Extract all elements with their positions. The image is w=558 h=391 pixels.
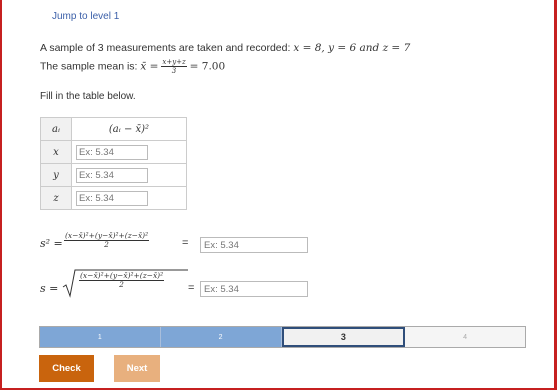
mean-fraction-numerator: x+y+z [161,58,187,67]
header-ai: aᵢ [40,117,72,141]
stddev-denominator: 2 [119,280,124,289]
instruction-text: Fill in the table below. [40,91,136,102]
row-label-x: x [40,140,72,164]
row-label-z: z [40,186,72,210]
table-row: x [40,140,187,164]
mean-value: = 7.00 [189,60,226,73]
level-1-segment[interactable]: 1 [40,327,161,347]
variance-lhs: s² = [40,237,63,250]
level-progress-bar: 1 2 3 4 [39,326,526,348]
mean-symbol: x̄ = [140,60,159,73]
variance-input[interactable] [200,237,308,253]
x-deviation-input[interactable] [76,144,148,160]
stddev-input[interactable] [200,281,308,297]
variance-fraction: (x−x̄)²+(y−x̄)²+(z−x̄)² 2 [64,232,150,249]
y-deviation-input[interactable] [76,167,148,183]
sample-mean-text: The sample mean is: [40,60,141,73]
header-squared-deviation: (aᵢ − x̄)² [71,117,187,141]
level-4-segment[interactable]: 4 [405,327,525,347]
stddev-fraction: (x−x̄)²+(y−x̄)²+(z−x̄)² 2 [79,272,165,289]
jump-to-level-link[interactable]: Jump to level 1 [52,11,119,22]
table-row: y [40,163,187,187]
table-row: z [40,186,187,210]
z-deviation-input[interactable] [76,190,148,206]
variance-denominator: 2 [104,240,109,249]
level-3-segment[interactable]: 3 [281,327,406,347]
next-button[interactable]: Next [114,355,160,382]
check-button[interactable]: Check [39,355,94,382]
mean-fraction-denominator: 3 [171,67,177,75]
table-header-row: aᵢ (aᵢ − x̄)² [40,117,187,141]
row-label-y: y [40,163,72,187]
stddev-equals: = [188,282,195,294]
level-2-segment[interactable]: 2 [160,327,282,347]
problem-values: x = 8, y = 6 and z = 7 [293,42,411,54]
stddev-lhs: s = [40,282,59,295]
problem-line-1-text: A sample of 3 measurements are taken and… [40,42,294,54]
deviation-table: aᵢ (aᵢ − x̄)² x y z [40,117,187,210]
problem-line-1: A sample of 3 measurements are taken and… [40,42,410,54]
problem-line-2: The sample mean is: x̄ = x+y+z 3 = 7.00 [40,58,225,75]
mean-fraction: x+y+z 3 [161,58,187,75]
variance-equals: = [182,237,189,249]
